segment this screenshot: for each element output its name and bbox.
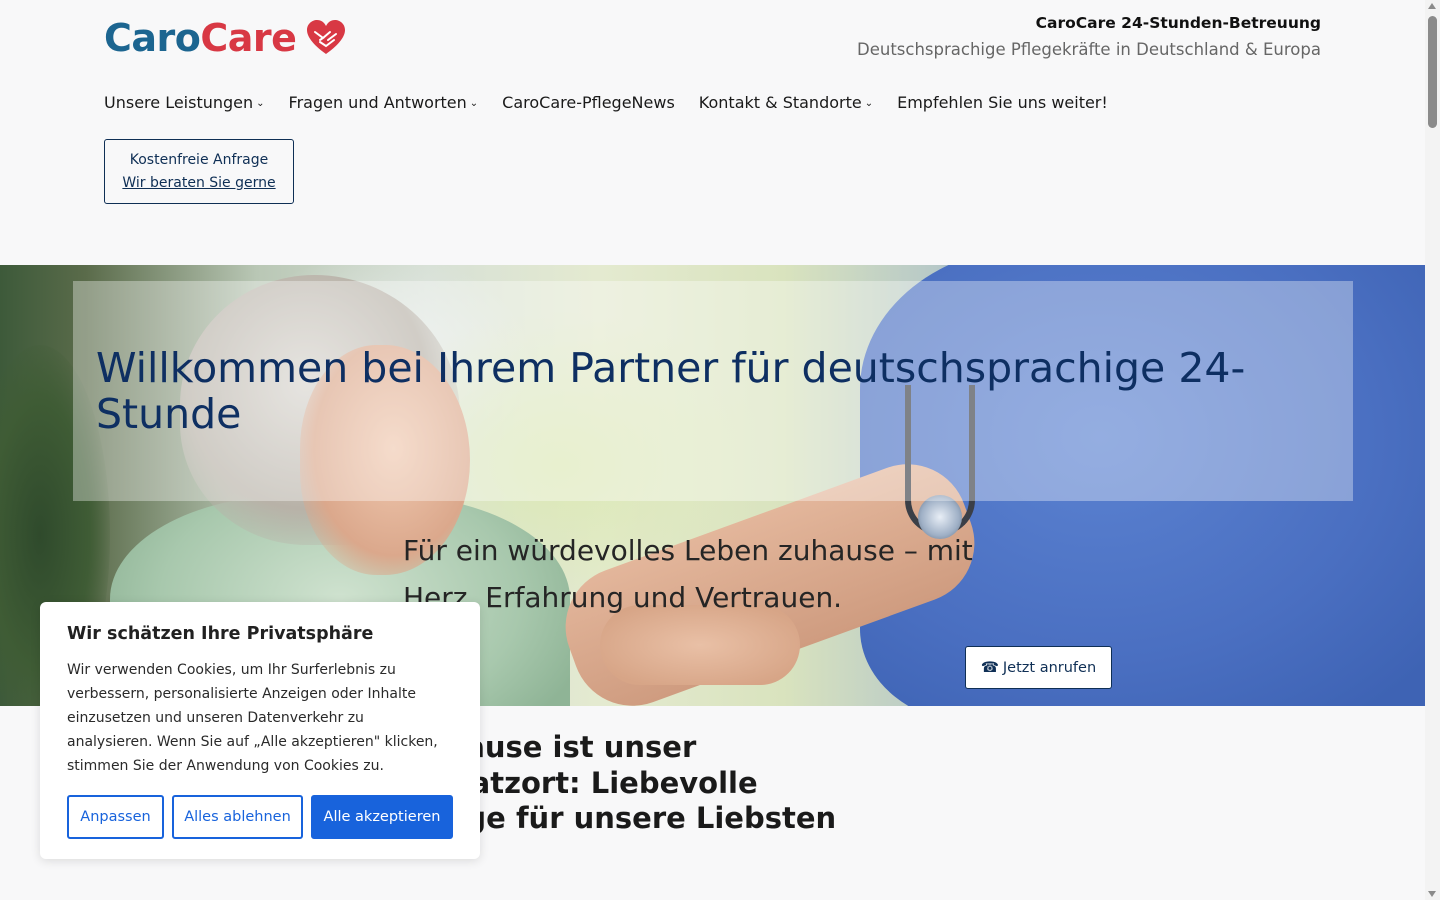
nav-label: CaroCare-PflegeNews <box>502 92 675 112</box>
nav-item-kontakt[interactable]: Kontakt & Standorte ⌄ <box>699 90 873 114</box>
logo-part-caro: Caro <box>104 16 201 60</box>
page: CaroCare CaroCare 24-Stunden-Betreuung D… <box>0 0 1425 900</box>
nav-item-pflegenews[interactable]: CaroCare-PflegeNews <box>502 90 675 114</box>
nav-item-faq[interactable]: Fragen und Antworten ⌄ <box>289 90 479 114</box>
consultation-link[interactable]: Wir beraten Sie gerne <box>122 172 275 195</box>
call-now-label: Jetzt anrufen <box>1002 659 1097 676</box>
logo-part-care: Care <box>200 16 297 60</box>
cookie-title: Wir schätzen Ihre Privatsphäre <box>67 624 374 644</box>
hero-title: Willkommen bei Ihrem Partner für deutsch… <box>96 344 1246 438</box>
vertical-scrollbar[interactable] <box>1425 0 1440 900</box>
cookie-consent-dialog: Wir schätzen Ihre Privatsphäre Wir verwe… <box>40 602 480 859</box>
cookie-button-row: Anpassen Alles ablehnen Alle akzeptieren <box>67 795 453 839</box>
brand-subtitle: Deutschsprachige Pflegekräfte in Deutsch… <box>857 40 1321 59</box>
cookie-text: Wir verwenden Cookies, um Ihr Surferlebn… <box>67 662 438 774</box>
nav-label: Kontakt & Standorte <box>698 92 862 112</box>
nav-item-empfehlen[interactable]: Empfehlen Sie uns weiter! <box>897 90 1108 114</box>
reject-all-button[interactable]: Alles ablehnen <box>172 795 303 839</box>
free-inquiry-box[interactable]: Kostenfreie Anfrage Wir beraten Sie gern… <box>104 139 294 204</box>
scroll-up-arrow-icon[interactable] <box>1428 3 1436 9</box>
brand-title: CaroCare 24-Stunden-Betreuung <box>1035 14 1321 32</box>
customize-button[interactable]: Anpassen <box>67 795 164 839</box>
scroll-down-arrow-icon[interactable] <box>1428 891 1436 897</box>
free-inquiry-label: Kostenfreie Anfrage <box>129 151 269 168</box>
phone-icon: ☎ <box>980 659 999 676</box>
heart-hands-icon <box>307 20 346 54</box>
accept-all-button[interactable]: Alle akzeptieren <box>311 795 453 839</box>
nav-label: Fragen und Antworten <box>288 92 467 112</box>
chevron-down-icon: ⌄ <box>864 98 874 109</box>
call-now-button[interactable]: ☎ Jetzt anrufen <box>965 646 1112 689</box>
logo-wordmark: CaroCare <box>104 16 297 60</box>
nav-item-leistungen[interactable]: Unsere Leistungen ⌄ <box>104 90 265 114</box>
chevron-down-icon: ⌄ <box>469 98 479 109</box>
nav-label: Empfehlen Sie uns weiter! <box>897 92 1108 112</box>
nav-label: Unsere Leistungen <box>104 92 254 112</box>
site-logo[interactable]: CaroCare <box>104 16 346 60</box>
main-nav: Unsere Leistungen ⌄ Fragen und Antworten ⌄… <box>104 90 1108 114</box>
scrollbar-thumb[interactable] <box>1428 16 1437 128</box>
chevron-down-icon: ⌄ <box>256 98 265 109</box>
hero-subtitle: Für ein würdevolles Leben zuhause – mit … <box>403 534 973 614</box>
